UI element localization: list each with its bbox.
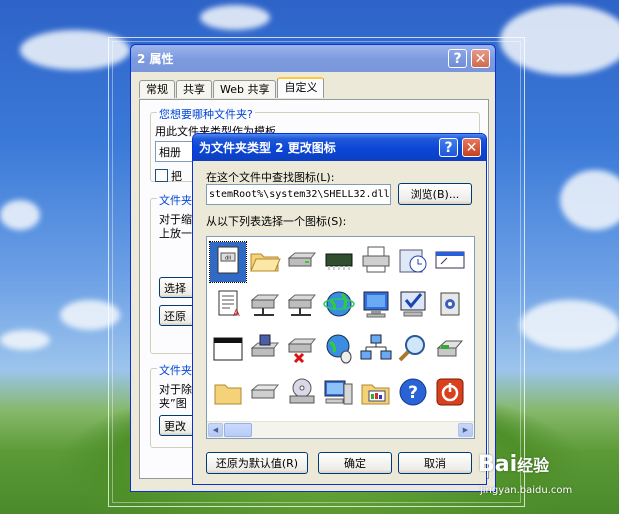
network-drive-icon-glyph bbox=[287, 294, 317, 316]
memory-chip-icon[interactable] bbox=[321, 242, 357, 282]
tab-strip: 常规 共享 Web 共享 自定义 bbox=[139, 77, 325, 98]
ok-button[interactable]: 确定 bbox=[318, 452, 392, 474]
properties-titlebar[interactable]: 2 属性 ? ✕ bbox=[131, 45, 495, 72]
drive-icon[interactable] bbox=[284, 242, 320, 282]
check-monitor-icon-glyph bbox=[400, 291, 426, 317]
shutdown-icon[interactable] bbox=[432, 374, 468, 414]
window-icon[interactable] bbox=[432, 242, 468, 282]
document-icon-glyph: dll bbox=[217, 246, 239, 274]
browse-button[interactable]: 浏览(B)... bbox=[398, 183, 472, 205]
control-panel-icon-glyph bbox=[361, 384, 390, 405]
dialog-help-button[interactable]: ? bbox=[439, 138, 458, 157]
check-monitor-icon[interactable] bbox=[395, 286, 431, 326]
tab-customize[interactable]: 自定义 bbox=[277, 77, 325, 98]
tab-sharing[interactable]: 共享 bbox=[176, 80, 212, 98]
scroll-left-arrow[interactable]: ◀ bbox=[208, 423, 223, 437]
dialog-title: 为文件夹类型 2 更改图标 bbox=[199, 141, 336, 155]
folder-icons-title: 文件夹 bbox=[157, 362, 194, 378]
monitor-icon-glyph bbox=[363, 291, 389, 318]
icon-grid: dll A? bbox=[209, 241, 469, 418]
icon-list-label: 从以下列表选择一个图标(S): bbox=[206, 215, 347, 228]
text-document-icon[interactable]: A bbox=[210, 286, 246, 326]
cd-drive-icon-glyph bbox=[289, 378, 315, 404]
folder-icons-text2: 夹”图 bbox=[159, 397, 187, 410]
folder-type-title: 您想要哪种文件夹? bbox=[157, 106, 255, 122]
folder-pictures-title: 文件夹 bbox=[157, 192, 194, 208]
search-icon-glyph bbox=[398, 335, 425, 362]
svg-text:?: ? bbox=[408, 383, 418, 403]
speaker-file-icon-glyph bbox=[440, 292, 460, 316]
floppy-drive-icon-glyph bbox=[250, 334, 280, 357]
control-panel-icon[interactable] bbox=[358, 374, 394, 414]
restore-default-button[interactable]: 还原为默认值(R) bbox=[206, 452, 308, 474]
floppy-drive-icon[interactable] bbox=[247, 330, 283, 370]
tab-web-sharing[interactable]: Web 共享 bbox=[213, 80, 277, 98]
clock-drive-icon-glyph bbox=[399, 249, 427, 273]
clock-drive-icon[interactable] bbox=[395, 242, 431, 282]
cd-drive-icon[interactable] bbox=[284, 374, 320, 414]
folder-icon[interactable] bbox=[210, 374, 246, 414]
folder-icon-glyph bbox=[214, 384, 242, 405]
printer-icon-glyph bbox=[362, 246, 390, 273]
search-icon[interactable] bbox=[395, 330, 431, 370]
disk-drive-icon-glyph bbox=[250, 384, 280, 399]
drive-icon-glyph bbox=[287, 252, 317, 267]
cancel-button[interactable]: 取消 bbox=[398, 452, 472, 474]
disconnected-drive-icon[interactable] bbox=[284, 330, 320, 370]
monitor-icon[interactable] bbox=[358, 286, 394, 326]
icon-file-path-input[interactable]: stemRoot%\system32\SHELL32.dll bbox=[206, 184, 391, 205]
help-icon[interactable]: ? bbox=[395, 374, 431, 414]
watermark-suffix: 经验 bbox=[517, 456, 550, 475]
tab-general[interactable]: 常规 bbox=[139, 80, 175, 98]
network-icon-glyph bbox=[360, 334, 392, 360]
scanner-icon-glyph bbox=[436, 340, 464, 357]
icon-list[interactable]: dll A? ◀ ▶ bbox=[206, 236, 475, 439]
scanner-icon[interactable] bbox=[432, 330, 468, 370]
globe-mouse-icon[interactable] bbox=[321, 330, 357, 370]
close-button[interactable]: ✕ bbox=[471, 49, 490, 68]
baidu-watermark: Bai经验 bbox=[478, 452, 549, 477]
computer-icon[interactable] bbox=[321, 374, 357, 414]
watermark-url: jingyan.baidu.com bbox=[480, 485, 573, 496]
window-icon-glyph bbox=[435, 251, 465, 269]
internet-globe-icon[interactable] bbox=[321, 286, 357, 326]
properties-title: 2 属性 bbox=[137, 52, 174, 66]
network-drive-icon[interactable] bbox=[247, 286, 283, 326]
help-button[interactable]: ? bbox=[448, 49, 467, 68]
help-icon-glyph: ? bbox=[399, 378, 427, 406]
printer-icon[interactable] bbox=[358, 242, 394, 282]
application-window-icon-glyph bbox=[213, 337, 243, 361]
dialog-close-button[interactable]: ✕ bbox=[462, 138, 481, 157]
shutdown-icon-glyph bbox=[436, 378, 464, 406]
watermark-brand: Bai bbox=[478, 452, 518, 477]
speaker-file-icon[interactable] bbox=[432, 286, 468, 326]
network-icon[interactable] bbox=[358, 330, 394, 370]
apply-subfolders-checkbox[interactable] bbox=[155, 169, 168, 182]
dialog-body: 在这个文件中查找图标(L): stemRoot%\system32\SHELL3… bbox=[196, 161, 483, 481]
network-drive-icon-glyph bbox=[250, 294, 280, 316]
network-drive-icon[interactable] bbox=[284, 286, 320, 326]
globe-mouse-icon-glyph bbox=[326, 334, 352, 364]
folder-open-icon-glyph bbox=[250, 253, 281, 272]
change-icon-dialog: 为文件夹类型 2 更改图标 ? ✕ 在这个文件中查找图标(L): stemRoo… bbox=[192, 133, 487, 485]
disk-drive-icon[interactable] bbox=[247, 374, 283, 414]
text-document-icon-glyph: A bbox=[218, 290, 240, 319]
svg-text:A: A bbox=[233, 308, 240, 319]
application-window-icon[interactable] bbox=[210, 330, 246, 370]
internet-globe-icon-glyph bbox=[323, 291, 355, 317]
dialog-titlebar[interactable]: 为文件夹类型 2 更改图标 ? ✕ bbox=[193, 134, 486, 161]
find-label: 在这个文件中查找图标(L): bbox=[206, 171, 335, 184]
checkbox-label: 把 bbox=[171, 170, 182, 183]
svg-text:dll: dll bbox=[225, 256, 231, 262]
computer-icon-glyph bbox=[324, 380, 353, 405]
folder-pictures-text2: 上放一 bbox=[159, 227, 192, 240]
document-icon[interactable]: dll bbox=[209, 241, 247, 283]
memory-chip-icon-glyph bbox=[325, 253, 353, 270]
scroll-right-arrow[interactable]: ▶ bbox=[458, 423, 473, 437]
horizontal-scrollbar[interactable]: ◀ ▶ bbox=[207, 421, 474, 438]
folder-open-icon[interactable] bbox=[247, 242, 283, 282]
disconnected-drive-icon-glyph bbox=[287, 338, 317, 364]
scroll-thumb[interactable] bbox=[224, 423, 252, 437]
